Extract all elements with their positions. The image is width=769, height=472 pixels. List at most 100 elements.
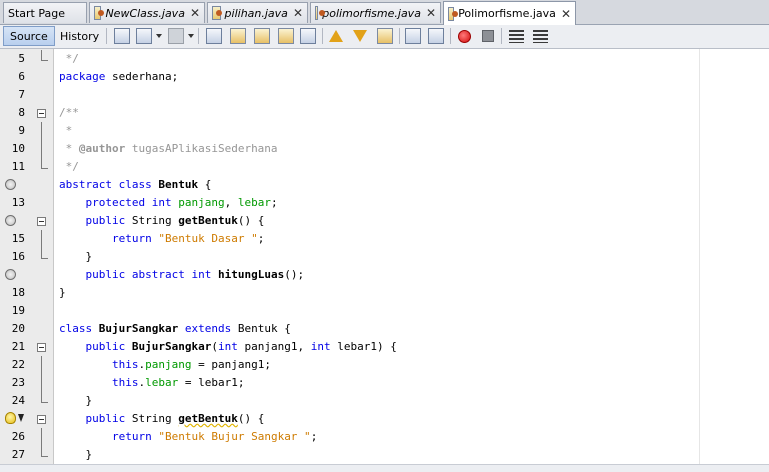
comment-icon[interactable]: [509, 30, 524, 43]
gutter-row[interactable]: [0, 266, 53, 284]
gutter-row[interactable]: 19: [0, 302, 53, 320]
code-line[interactable]: }: [59, 248, 92, 266]
gutter-row[interactable]: [0, 176, 53, 194]
gutter-row[interactable]: 15: [0, 230, 53, 248]
line-number: 10: [11, 142, 25, 155]
hint-bulb-icon[interactable]: [5, 412, 16, 424]
toggle-rectangular-selection-icon[interactable]: [300, 28, 316, 44]
last-edit-icon[interactable]: [114, 28, 130, 44]
source-button[interactable]: Source: [3, 26, 55, 46]
gutter-row[interactable]: [0, 410, 53, 428]
code-line[interactable]: *: [59, 122, 73, 140]
find-next-icon[interactable]: [254, 28, 270, 44]
code-token: this: [111, 376, 139, 389]
tab-polimorfisme-java-active[interactable]: Polimorfisme.java ✕: [443, 1, 576, 25]
shift-left-icon[interactable]: [405, 28, 421, 44]
shift-right-icon[interactable]: [428, 28, 444, 44]
gutter-row[interactable]: 6: [0, 68, 53, 86]
tab-newclass-java[interactable]: NewClass.java ✕: [89, 2, 205, 23]
code-line[interactable]: return "Bentuk Bujur Sangkar ";: [59, 428, 317, 446]
override-annotation-icon[interactable]: [5, 215, 16, 226]
code-line[interactable]: /**: [59, 104, 79, 122]
gutter-row[interactable]: 20: [0, 320, 53, 338]
stop-macro-recording-icon[interactable]: [482, 30, 494, 42]
gutter-row[interactable]: 24: [0, 392, 53, 410]
fold-collapse-icon[interactable]: [37, 109, 46, 118]
gutter-row[interactable]: 26: [0, 428, 53, 446]
code-line[interactable]: this.lebar = lebar1;: [59, 374, 244, 392]
gutter-row[interactable]: 5: [0, 50, 53, 68]
tab-pilihan-java[interactable]: pilihan.java ✕: [207, 2, 308, 23]
code-token: panjang: [178, 196, 225, 209]
tab-start-page[interactable]: Start Page: [3, 2, 87, 23]
code-line[interactable]: * @author tugasAPlikasiSederhana: [59, 140, 278, 158]
previous-bookmark-icon[interactable]: [329, 30, 343, 42]
line-number-gutter[interactable]: 5 6 7 8 9 10 11 13 15 16 18 19 20 21 22 23 24 26 27: [0, 49, 54, 464]
start-macro-recording-icon[interactable]: [458, 30, 471, 43]
close-icon[interactable]: ✕: [190, 7, 200, 19]
fold-collapse-icon[interactable]: [37, 343, 46, 352]
gutter-row[interactable]: 27: [0, 446, 53, 464]
uncomment-icon[interactable]: [533, 30, 548, 43]
forward-icon[interactable]: [168, 28, 184, 44]
code-line[interactable]: }: [59, 284, 66, 302]
code-token: {: [198, 178, 212, 191]
back-icon[interactable]: [136, 28, 152, 44]
toggle-bookmark-icon[interactable]: [377, 28, 393, 44]
gutter-row[interactable]: [0, 212, 53, 230]
code-line[interactable]: }: [59, 446, 92, 464]
override-arrow-icon[interactable]: [18, 414, 24, 422]
close-icon[interactable]: ✕: [426, 7, 436, 19]
code-line[interactable]: public String getBentuk() {: [59, 212, 265, 230]
gutter-row[interactable]: 10: [0, 140, 53, 158]
gutter-row[interactable]: 23: [0, 374, 53, 392]
code-line[interactable]: public BujurSangkar(int panjang1, int le…: [59, 338, 397, 356]
gutter-row[interactable]: 21: [0, 338, 53, 356]
history-button[interactable]: History: [53, 26, 106, 46]
code-line[interactable]: public String getBentuk() {: [59, 410, 265, 428]
gutter-row[interactable]: 18: [0, 284, 53, 302]
code-token: lebar: [145, 376, 179, 389]
code-line[interactable]: }: [59, 392, 92, 410]
code-line[interactable]: protected int panjang, lebar;: [59, 194, 278, 212]
gutter-row[interactable]: 22: [0, 356, 53, 374]
code-area[interactable]: */ package sederhana; /** * * @author tuga…: [54, 49, 700, 464]
find-previous-icon[interactable]: [230, 28, 246, 44]
chevron-down-icon[interactable]: [156, 34, 162, 38]
find-icon[interactable]: [206, 28, 222, 44]
close-icon[interactable]: ✕: [293, 7, 303, 19]
code-line[interactable]: return "Bentuk Dasar ";: [59, 230, 264, 248]
code-line[interactable]: */: [59, 50, 79, 68]
code-token: panjang1,: [237, 340, 311, 353]
tab-polimorfisme-java[interactable]: polimorfisme.java ✕: [310, 2, 441, 23]
fold-collapse-icon[interactable]: [37, 415, 46, 424]
line-number: 26: [11, 430, 25, 443]
code-line[interactable]: public abstract int hitungLuas();: [59, 266, 305, 284]
code-line[interactable]: this.panjang = panjang1;: [59, 356, 271, 374]
chevron-down-icon[interactable]: [188, 34, 194, 38]
fold-guide-line: [41, 356, 42, 374]
override-annotation-icon[interactable]: [5, 269, 16, 280]
gutter-row[interactable]: 16: [0, 248, 53, 266]
code-token: = lebar1;: [178, 376, 245, 389]
gutter-row[interactable]: 8: [0, 104, 53, 122]
gutter-row[interactable]: 9: [0, 122, 53, 140]
gutter-row[interactable]: 7: [0, 86, 53, 104]
toggle-highlight-icon[interactable]: [278, 28, 294, 44]
code-line[interactable]: abstract class Bentuk {: [59, 176, 211, 194]
gutter-row[interactable]: 13: [0, 194, 53, 212]
override-annotation-icon[interactable]: [5, 179, 16, 190]
gutter-row[interactable]: 11: [0, 158, 53, 176]
code-line[interactable]: package sederhana;: [59, 68, 178, 86]
fold-collapse-icon[interactable]: [37, 217, 46, 226]
code-line[interactable]: class BujurSangkar extends Bentuk {: [59, 320, 291, 338]
next-bookmark-icon[interactable]: [353, 30, 367, 42]
line-number: 22: [11, 358, 25, 371]
code-token: () {: [237, 412, 265, 425]
line-number: 5: [18, 52, 25, 65]
code-editor[interactable]: 5 6 7 8 9 10 11 13 15 16 18 19 20 21 22 23 24 26 27 */ pack…: [0, 49, 769, 464]
close-icon[interactable]: ✕: [561, 8, 571, 20]
code-line[interactable]: */: [59, 158, 79, 176]
